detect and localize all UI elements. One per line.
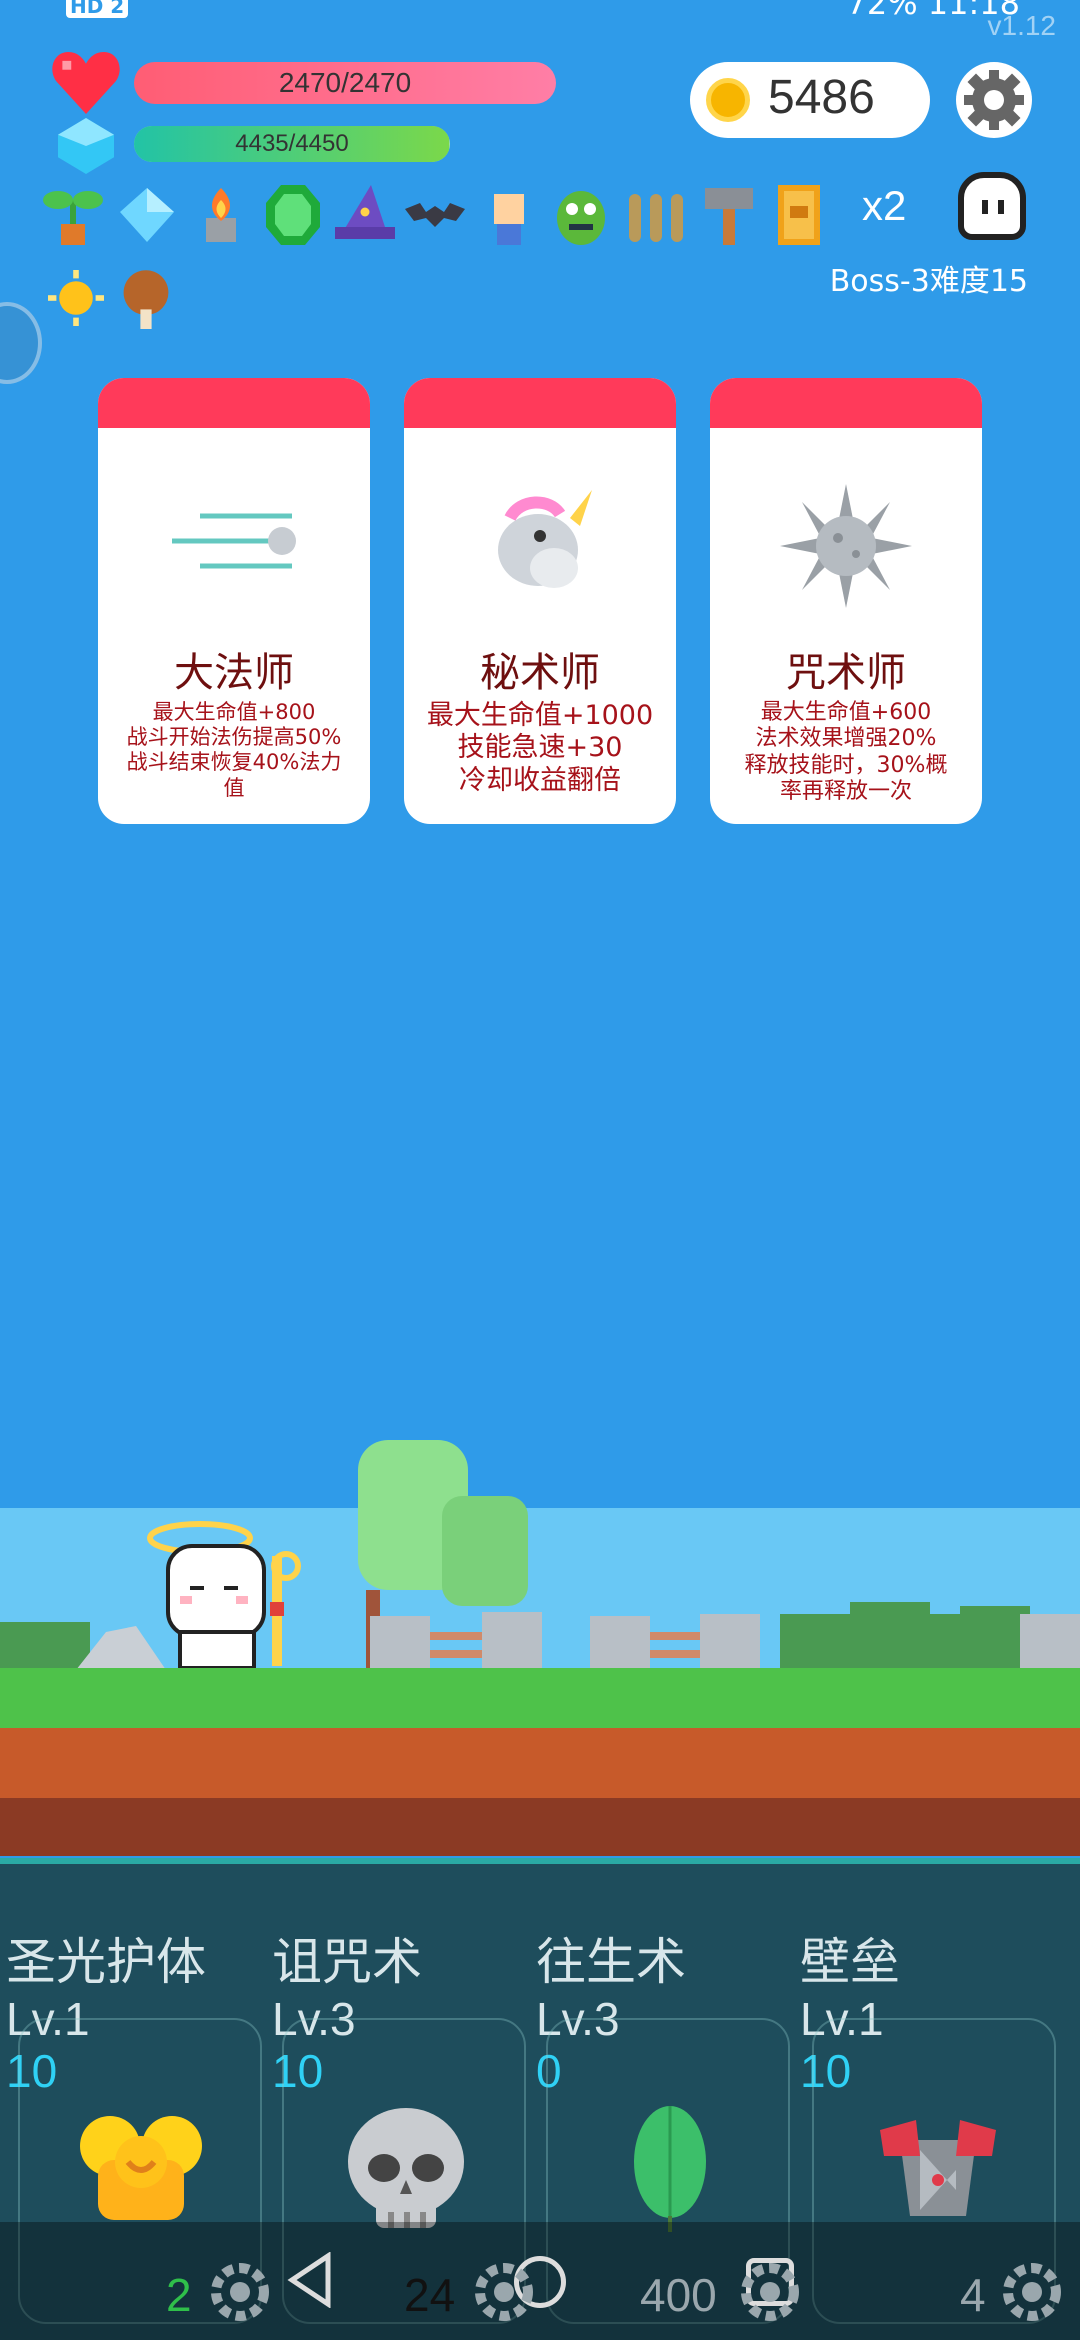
hp-bar: 2470/2470 xyxy=(134,62,556,104)
class-card-warlock[interactable]: 咒术师 最大生命值+600 法术效果增强20% 释放技能时，30%概 率再释放一… xyxy=(710,378,982,824)
card-line: 值 xyxy=(223,775,245,800)
skill-count: 400 xyxy=(640,2269,717,2321)
stone-fence xyxy=(370,1612,1080,1670)
skull-icon xyxy=(346,2108,466,2232)
card-line: 最大生命值+600 xyxy=(760,700,932,725)
heart-icon xyxy=(50,52,122,114)
card-line: 冷却收益翻倍 xyxy=(459,764,621,796)
wizard-hat-icon[interactable] xyxy=(334,182,396,248)
skill-name: 圣光护体 xyxy=(6,1933,206,1991)
speed-lines-icon xyxy=(170,506,300,576)
coin-icon xyxy=(706,78,750,122)
hp-text: 2470/2470 xyxy=(278,67,412,98)
gear-icon xyxy=(1002,2262,1062,2322)
gear-icon xyxy=(210,2262,270,2322)
gear-icon xyxy=(474,2262,534,2322)
gear-icon xyxy=(740,2262,800,2322)
card-line: 释放技能时，30%概 xyxy=(744,752,948,778)
sun-icon[interactable] xyxy=(48,270,110,336)
boss-difficulty-label: Boss-3难度15 xyxy=(829,264,1028,299)
card-header xyxy=(710,378,982,428)
mana-bar: 4435/4450 xyxy=(134,126,450,162)
card-line: 最大生命值+1000 xyxy=(426,700,654,731)
sprout-icon[interactable] xyxy=(42,182,104,248)
card-header xyxy=(404,378,676,428)
skill-count: 4 xyxy=(960,2269,986,2321)
card-description: 最大生命值+1000 技能急速+30 冷却收益翻倍 xyxy=(414,700,666,797)
card-line: 技能急速+30 xyxy=(457,732,623,764)
ghost-icon[interactable] xyxy=(958,172,1026,240)
card-line: 最大生命值+800 xyxy=(152,700,316,724)
diamond-icon[interactable] xyxy=(116,182,178,248)
coin-count: 5486 xyxy=(768,71,875,124)
campfire-icon[interactable] xyxy=(190,182,252,248)
fist-icon[interactable] xyxy=(478,182,540,248)
class-card-archmage[interactable]: 大法师 最大生命值+800 战斗开始法伤提高50% 战斗结束恢复40%法力 值 xyxy=(98,378,370,824)
status-bar: HD 2 72% 11:18 xyxy=(0,0,1080,22)
card-header xyxy=(98,378,370,428)
mana-gem-icon xyxy=(58,118,114,174)
version-label: v1.12 xyxy=(987,10,1057,41)
item-multiplier: x2 xyxy=(862,182,907,229)
unicorn-icon xyxy=(480,488,600,598)
drumstick-icon[interactable] xyxy=(118,266,180,332)
holy-shield-icon xyxy=(76,2110,206,2230)
card-line: 战斗开始法伤提高50% xyxy=(126,725,342,750)
skill-name: 诅咒术 xyxy=(272,1933,422,1991)
green-monster-icon[interactable] xyxy=(550,182,612,248)
emerald-icon[interactable] xyxy=(262,182,324,248)
card-title: 大法师 xyxy=(174,650,294,696)
settings-gear-button[interactable] xyxy=(956,62,1032,138)
hammer-icon[interactable] xyxy=(698,182,760,248)
card-line: 率再释放一次 xyxy=(779,779,912,805)
ground-dirt xyxy=(0,1728,1080,1798)
bat-icon[interactable] xyxy=(404,182,466,248)
back-nav-icon[interactable] xyxy=(286,2251,334,2309)
coin-display: 5486 xyxy=(690,62,930,138)
card-description: 最大生命值+600 法术效果增强20% 释放技能时，30%概 率再释放一次 xyxy=(720,700,972,806)
card-line: 法术效果增强20% xyxy=(755,726,937,752)
class-card-arcanist[interactable]: 秘术师 最大生命值+1000 技能急速+30 冷却收益翻倍 xyxy=(404,378,676,824)
skill-count: 2 xyxy=(166,2269,192,2321)
spiked-ball-icon xyxy=(780,484,912,608)
ground-grass xyxy=(0,1668,1080,1730)
panel-divider xyxy=(0,1858,1080,1864)
leaf-icon xyxy=(632,2106,708,2232)
skill-count: 24 xyxy=(404,2269,456,2321)
book-icon[interactable] xyxy=(768,182,830,248)
mana-text: 4435/4450 xyxy=(235,130,349,157)
skill-name: 壁垒 xyxy=(800,1933,900,1991)
gear-icon xyxy=(964,70,1024,130)
skill-name: 往生术 xyxy=(536,1933,686,1991)
card-title: 秘术师 xyxy=(480,650,600,696)
rock-sprite xyxy=(76,1622,166,1670)
bullets-icon[interactable] xyxy=(620,182,683,248)
card-line: 战斗结束恢复40%法力 xyxy=(126,750,342,775)
armor-icon xyxy=(880,2120,996,2224)
floating-bubble-button[interactable] xyxy=(0,302,42,384)
card-description: 最大生命值+800 战斗开始法伤提高50% 战斗结束恢复40%法力 值 xyxy=(108,700,360,801)
ground-dirt-dark xyxy=(0,1798,1080,1856)
status-hd-label: HD 2 xyxy=(66,0,129,18)
card-title: 咒术师 xyxy=(786,650,906,696)
